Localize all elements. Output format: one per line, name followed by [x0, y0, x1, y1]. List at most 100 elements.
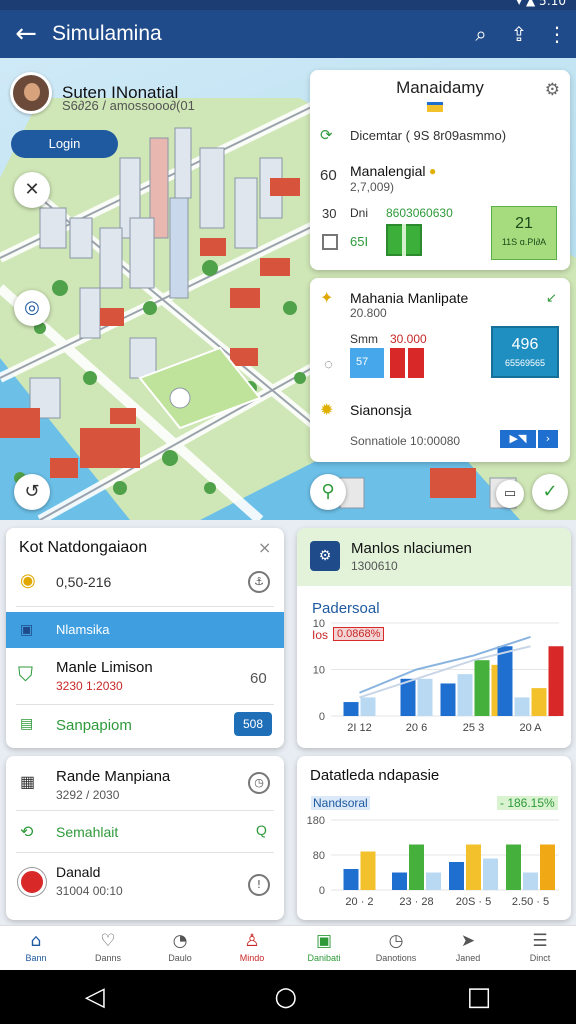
x-tick-label: 20 6 — [406, 722, 427, 734]
play-button[interactable]: ▶◥ — [500, 430, 536, 448]
nav-item-person[interactable]: ♙ Mindo — [216, 926, 288, 970]
info-card-2-row2-sub: Sonnatiole 10:00080 — [350, 434, 461, 448]
nav-label: Dinct — [529, 953, 551, 963]
clock-icon[interactable]: ◷ — [248, 772, 270, 794]
menu-icon: ☰ — [532, 931, 548, 951]
info-card-2: ✦ Mahania Manlipate ↙ 20.800 Smm 30.000 … — [310, 278, 570, 462]
verified-icon: ● — [429, 164, 437, 178]
bar — [417, 678, 433, 716]
bar — [548, 646, 564, 716]
pin-icon[interactable]: ⚲ — [310, 474, 346, 510]
system-navigation-bar: ◁ ○ □ — [0, 970, 576, 1024]
list-item-2-tag[interactable]: 60 — [250, 670, 267, 687]
y-tick-label: 0 — [319, 711, 325, 723]
bar — [400, 678, 416, 716]
clock-icon: ◷ — [388, 931, 404, 951]
y-tick-label: 10 — [313, 618, 325, 630]
search-icon[interactable]: Q — [256, 822, 267, 838]
list2-item3-sub: 31004 00:10 — [56, 884, 123, 898]
sun-icon: ✹ — [320, 402, 334, 419]
nav-item-home[interactable]: ⌂ Bann — [0, 926, 72, 970]
recents-icon[interactable]: □ — [467, 982, 492, 1012]
bar — [426, 872, 441, 890]
anchor-icon[interactable]: ⚓ — [248, 571, 270, 593]
divider — [16, 810, 274, 811]
share-icon[interactable]: ⇪ — [500, 22, 538, 46]
list-item-2-sub: 3230 1:2030 — [56, 679, 123, 693]
back-icon[interactable]: ◁ — [85, 982, 105, 1012]
x-tick-label: 2.50 · 5 — [512, 896, 549, 908]
printer-icon: ▦ — [20, 774, 36, 791]
nav-item-navigate[interactable]: ➤ Janed — [432, 926, 504, 970]
divider — [16, 852, 274, 853]
home-circle-icon[interactable]: ○ — [274, 982, 297, 1012]
list-item-1: 0,50-216 — [56, 574, 112, 590]
info-icon[interactable]: ! — [248, 874, 270, 896]
nav-item-heart[interactable]: ♡ Danns — [72, 926, 144, 970]
y-tick-label: 10 — [313, 665, 325, 677]
row-b-label: Dni — [350, 206, 369, 220]
info-card-2-row-value: 30.000 — [390, 332, 427, 346]
x-tick-label: 2I 12 — [347, 722, 371, 734]
chip-divider-2 — [405, 348, 408, 378]
search-icon[interactable]: ⌕ — [462, 22, 500, 46]
link-icon: ⟳ — [320, 127, 333, 144]
nav-item-document[interactable]: ▣ Danibati — [288, 926, 360, 970]
row-a-label: Manalengial — [350, 163, 426, 179]
checkbox[interactable] — [322, 234, 338, 250]
arrow-icon: ↙ — [546, 290, 557, 305]
chart-panel-1: ⚙ Manlos nlaciumen 1300610 Padersoal Ios… — [297, 528, 571, 748]
chart-1-plot: 0 10 10 2I 12 20 6 25 3 20 A — [313, 618, 564, 734]
chart-panel-2: Datatleda ndapasie Nandsoral - 186.15% 0… — [297, 756, 571, 920]
info-card-title: Manaidamy — [396, 78, 484, 97]
location-icon[interactable]: ◎ — [14, 290, 50, 326]
login-button[interactable]: Login — [11, 130, 118, 158]
chevron-right-icon[interactable]: › — [538, 430, 558, 448]
divider — [16, 704, 274, 705]
alert-icon: ◔ — [172, 931, 188, 951]
app-title: Simulamina — [52, 22, 162, 45]
building-icon — [18, 868, 46, 896]
selected-label: Nlamsika — [56, 622, 110, 637]
bar — [483, 858, 498, 890]
nav-item-menu[interactable]: ☰ Dinct — [504, 926, 576, 970]
row-a-sub: 2,7,009) — [350, 180, 395, 194]
info-card: Manaidamy ⚙ ⟳ Dicemtar ( 9S 8r09asmmo) 6… — [310, 70, 570, 270]
close-icon[interactable]: ✕ — [14, 172, 50, 208]
list-item-selected[interactable]: ▣ Nlamsika — [6, 612, 284, 648]
info-card-2-row2-label: Sianonsja — [350, 402, 412, 418]
bar — [440, 683, 456, 716]
bar — [392, 872, 407, 890]
profile-subtitle: S6∂26 / amossooo∂(01 — [62, 98, 195, 113]
nav-item-clock[interactable]: ◷ Danotions — [360, 926, 432, 970]
gear-icon[interactable]: ⚙ — [545, 80, 560, 100]
more-vertical-icon[interactable]: ⋮ — [538, 22, 576, 46]
nav-label: Danns — [94, 953, 121, 963]
info-card-2-sub: 20.800 — [350, 306, 387, 320]
card-icon: ▤ — [20, 715, 34, 731]
check-icon[interactable]: ✓ — [532, 474, 568, 510]
person-icon: ♙ — [244, 931, 260, 951]
list-item-3-badge[interactable]: 508 — [234, 712, 272, 736]
row-a-number: 60 — [320, 167, 337, 184]
info-card-line1: Dicemtar ( 9S 8r09asmmo) — [350, 128, 507, 143]
arrow-left-icon[interactable]: ← — [0, 19, 52, 49]
bar — [474, 660, 490, 716]
nav-label: Danibati — [307, 953, 341, 963]
row-b-value: 8603060630 — [386, 206, 453, 220]
recenter-icon[interactable]: ↺ — [14, 474, 50, 510]
app-bar: ← Simulamina ⌕ ⇪ ⋮ — [0, 10, 576, 58]
bar — [466, 844, 481, 890]
close-icon[interactable]: × — [258, 538, 271, 557]
y-tick-label: 180 — [307, 815, 325, 827]
nav-item-alert[interactable]: ◔ Daulo — [144, 926, 216, 970]
chip-divider — [402, 224, 406, 256]
x-tick-label: 20 · 2 — [345, 896, 373, 908]
avatar[interactable] — [10, 72, 52, 114]
list-item-2-title: Manle Limison — [56, 659, 153, 676]
medal-icon: ✦ — [320, 290, 334, 307]
y-tick-label: 80 — [313, 850, 325, 862]
x-tick-label: 23 · 28 — [399, 896, 433, 908]
chat-icon[interactable]: ▭ — [496, 480, 524, 508]
stat-badge-value: 21 — [515, 215, 533, 232]
